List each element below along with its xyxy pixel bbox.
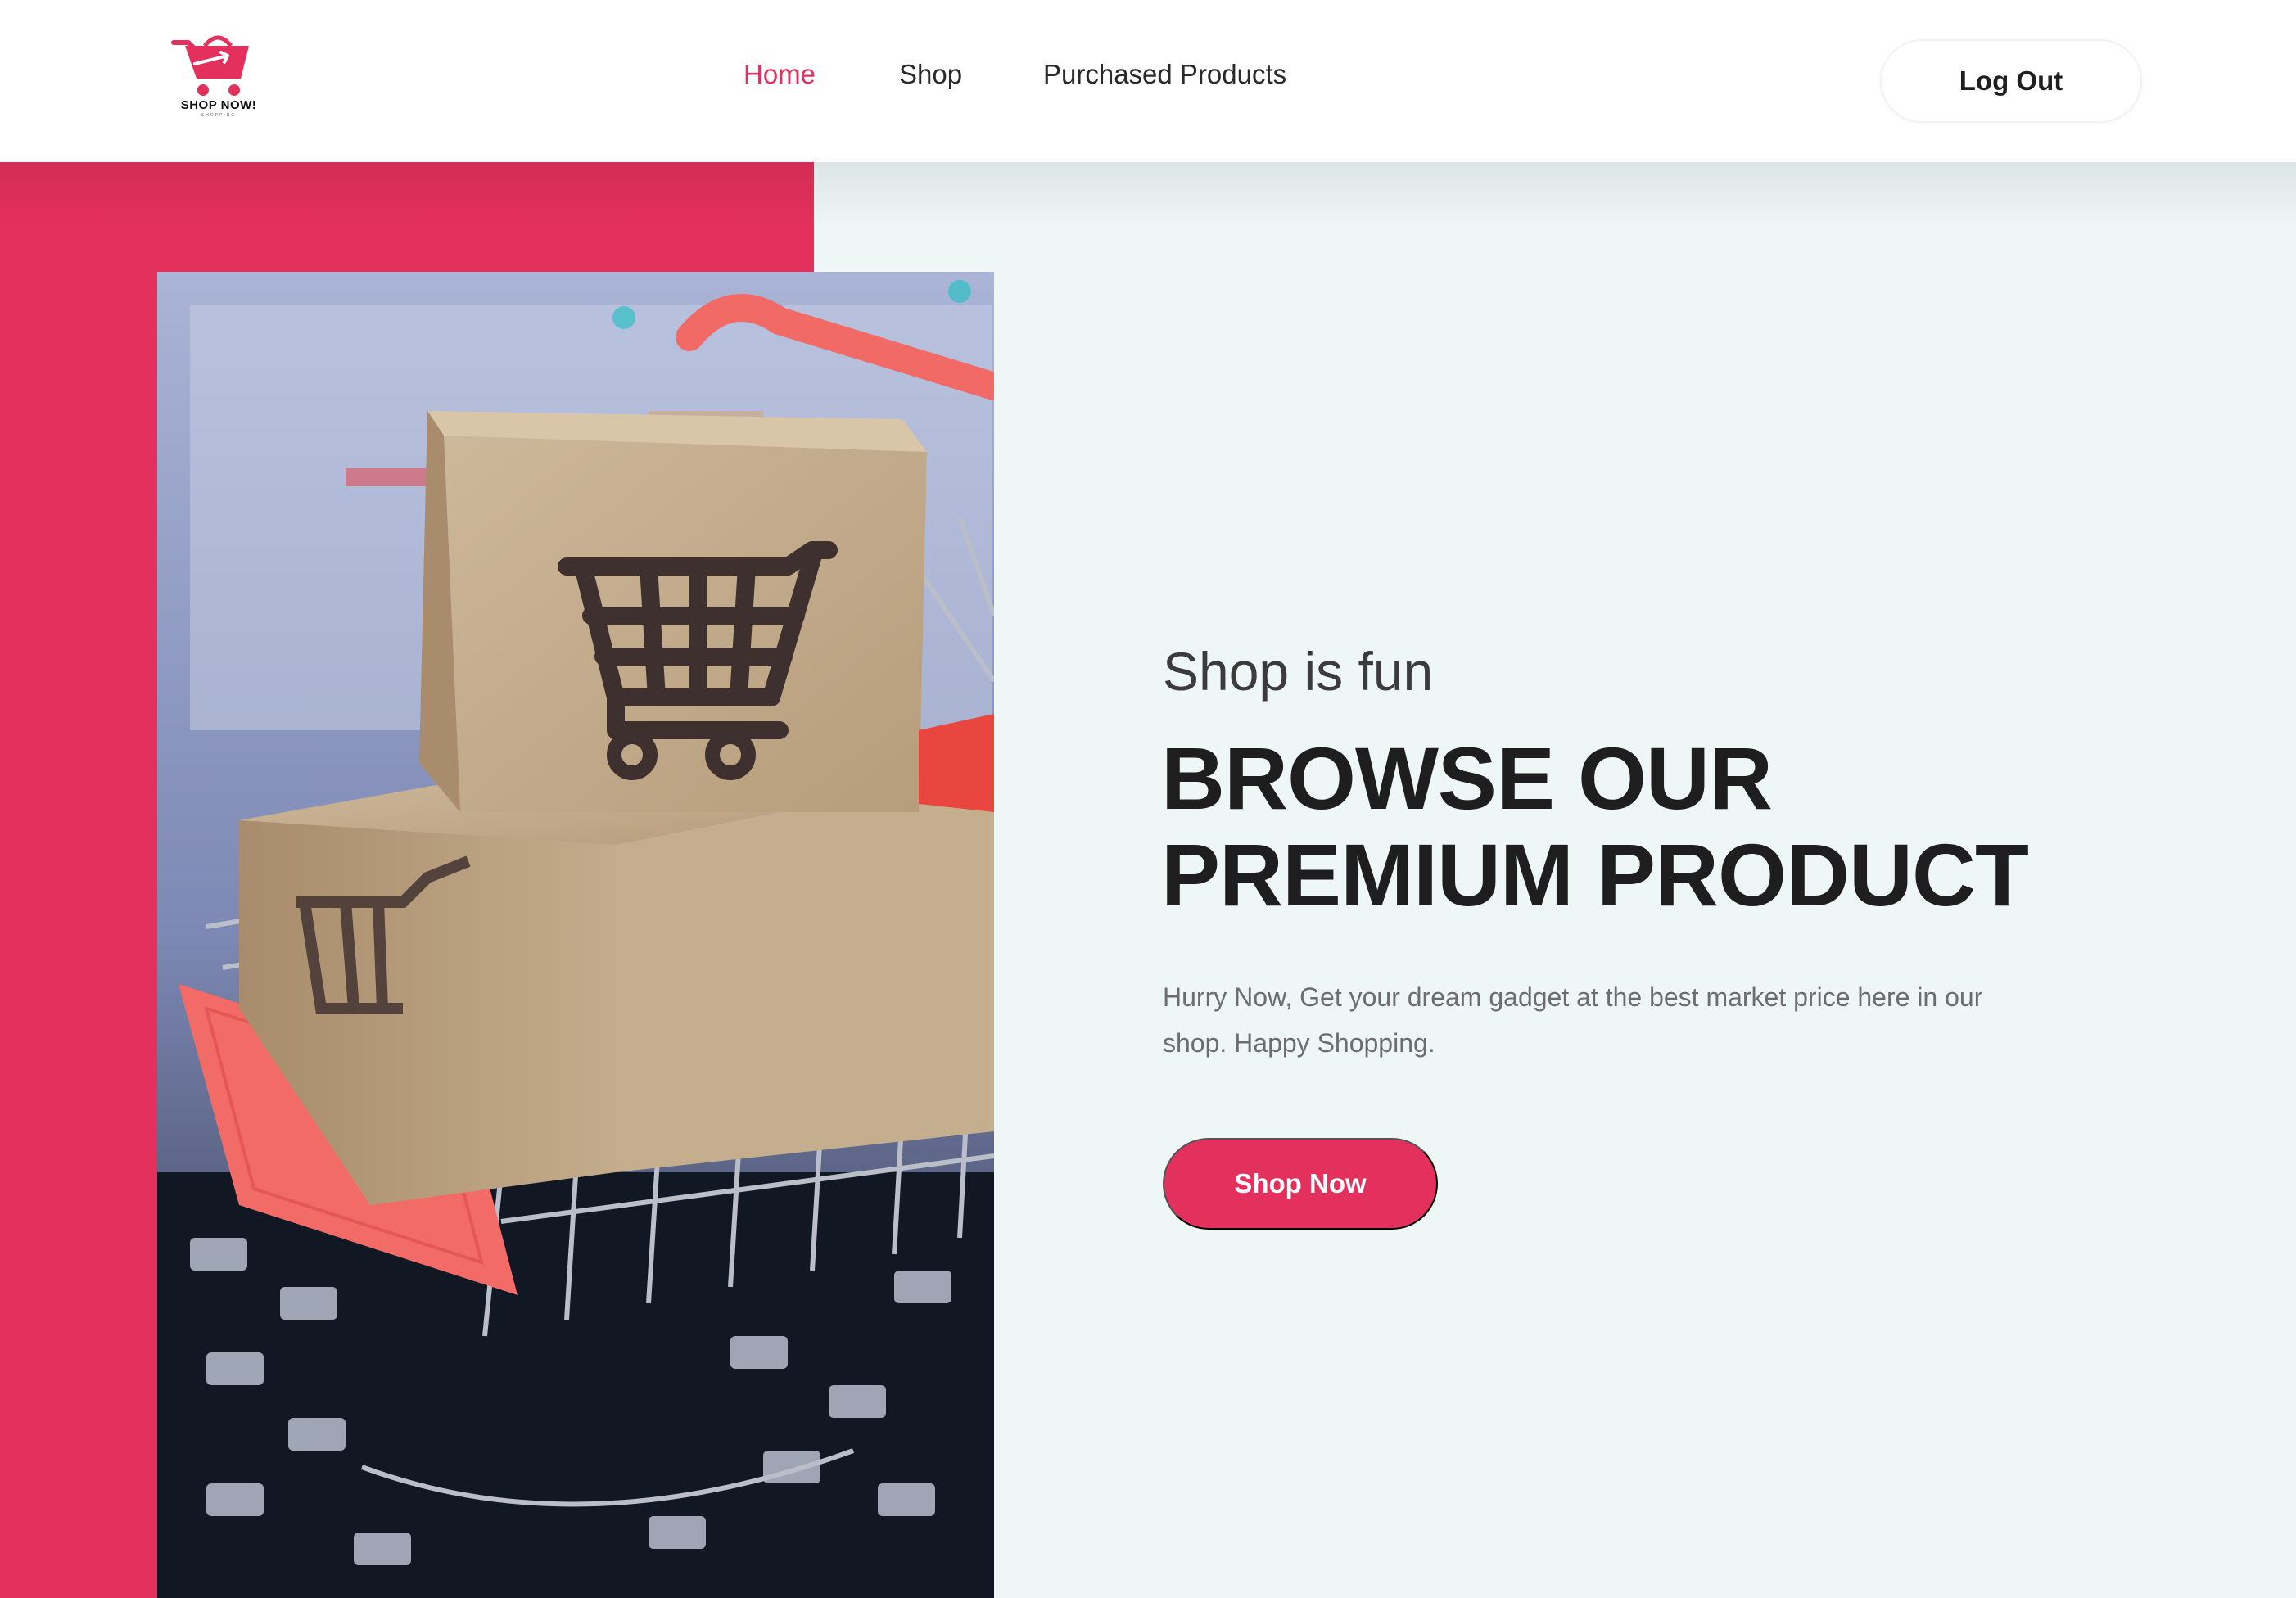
hero-description: Hurry Now, Get your dream gadget at the …	[1163, 982, 1983, 1058]
logout-button[interactable]: Log Out	[1880, 39, 2142, 123]
shopping-cart-logo-icon	[171, 35, 249, 96]
shopping-cart-boxes-illustration	[157, 272, 994, 1598]
site-header: SHOP NOW! SHOPPING Home Shop Purchased P…	[0, 0, 2296, 162]
nav-shop[interactable]: Shop	[899, 59, 962, 90]
hero-eyebrow: Shop is fun	[1163, 641, 1434, 702]
brand-logo[interactable]: SHOP NOW! SHOPPING	[170, 31, 267, 123]
brand-name: SHOP NOW!	[180, 98, 257, 112]
hero-headline-line2: PREMIUM PRODUCT	[1161, 825, 2029, 924]
hero-headline: BROWSE OUR PREMIUM PRODUCT	[1161, 729, 2029, 924]
hero-image	[157, 272, 994, 1598]
landing-page: SHOP NOW! SHOPPING Home Shop Purchased P…	[0, 0, 2296, 1598]
nav-home[interactable]: Home	[743, 59, 816, 90]
shop-now-button[interactable]: Shop Now	[1163, 1138, 1438, 1230]
hero-headline-line1: BROWSE OUR	[1161, 729, 1773, 828]
brand-tagline: SHOPPING	[201, 113, 237, 118]
nav-purchased-products[interactable]: Purchased Products	[1043, 59, 1286, 90]
